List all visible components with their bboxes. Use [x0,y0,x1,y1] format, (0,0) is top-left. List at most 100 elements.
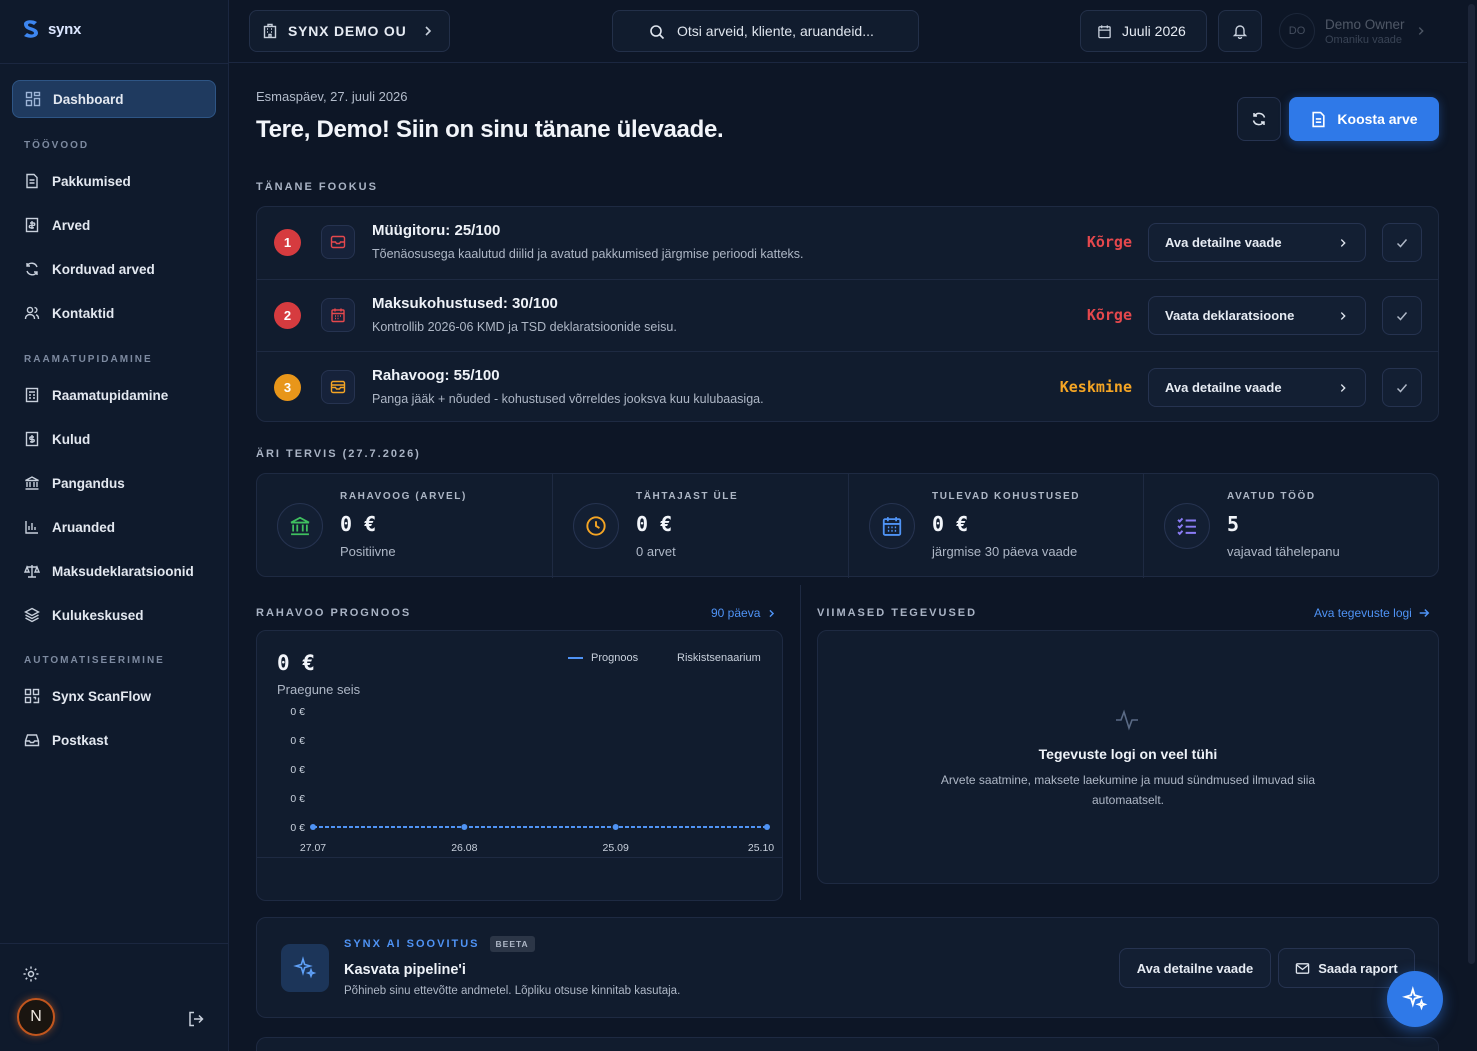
building-icon [263,23,277,39]
calendar-icon [321,298,355,332]
document-icon [26,173,38,189]
focus-title: Müügitoru: 25/100 [372,222,501,239]
sidebar-item-scanflow[interactable]: Synx ScanFlow [12,677,216,715]
sidebar-item-recurring-invoices[interactable]: Korduvad arved [12,250,216,288]
sidebar-item-quotes[interactable]: Pakkumised [12,162,216,200]
view-declarations-button[interactable]: Vaata deklaratsioone [1148,296,1366,335]
invoice-icon [25,217,39,233]
empty-state-description: Arvete saatmine, maksete laekumine ja mu… [940,773,1316,807]
sidebar-item-banking[interactable]: Pangandus [12,464,216,502]
link-label: 90 päeva [711,606,761,620]
focus-panel: 1 Müügitoru: 25/100 Tõenäosusega kaalutu… [256,206,1439,422]
sidebar-item-accounting[interactable]: Raamatupidamine [12,376,216,414]
company-switcher[interactable]: SYNX DEMO OU [249,10,450,52]
sidebar: synx Dashboard TÖÖVOOD Pakkumised Arved … [0,0,229,1051]
user-menu[interactable]: DO Demo Owner Omaniku vaade [1279,13,1427,49]
focus-item: 2 Maksukohustused: 30/100 Kontrollib 202… [257,279,1438,351]
scrollbar-thumb[interactable] [1468,4,1475,964]
x-tick-label: 25.09 [603,842,629,851]
sidebar-item-cost-centers[interactable]: Kulukeskused [12,596,216,634]
bar-chart-icon [25,521,38,534]
logout-icon[interactable] [187,1010,205,1028]
clock-icon [573,503,619,549]
bell-icon [1232,25,1248,39]
repeat-icon [26,262,38,276]
activity-log-link[interactable]: Ava tegevuste logi [1314,606,1430,620]
arrow-right-icon [1419,609,1430,617]
notifications-button[interactable] [1218,10,1262,52]
data-point[interactable] [461,824,468,830]
forecast-range-link[interactable]: 90 päeva [711,606,777,620]
kpi-value: 0 € [636,512,673,536]
user-avatar: DO [1279,13,1315,49]
sidebar-item-contacts[interactable]: Kontaktid [12,294,216,332]
search-input[interactable]: Otsi arveid, kliente, aruandeid... [612,10,919,52]
inbox-icon [24,734,40,747]
sidebar-item-label: Pakkumised [52,173,131,189]
rank-badge: 3 [274,374,301,401]
sidebar-item-label: Postkast [52,732,109,748]
legend-label: Riskistsenaarium [677,652,761,664]
priority-label: Kõrge [1086,233,1132,251]
ai-open-detail-button[interactable]: Ava detailne vaade [1119,948,1271,988]
divider [257,857,782,858]
bank-icon [25,476,39,490]
kpi-card[interactable]: TULEVAD KOHUSTUSED 0 € järgmise 30 päeva… [848,474,1143,578]
focus-item: 3 Rahavoog: 55/100 Panga jääk + nõuded -… [257,351,1438,423]
sparkles-icon [281,944,329,992]
divider [0,943,229,944]
kpi-value: 0 € [340,512,377,536]
kpi-card[interactable]: RAHAVOOG (ARVEL) 0 € Positiivne [257,474,552,578]
data-point[interactable] [612,824,619,830]
sidebar-item-label: Kulud [52,431,91,447]
button-label: Ava detailne vaade [1165,235,1282,250]
forecast-value: 0 € [277,651,315,675]
chevron-right-icon [425,26,432,36]
kpi-label: RAHAVOOG (ARVEL) [340,491,467,502]
create-invoice-button[interactable]: Koosta arve [1289,97,1439,141]
kpi-label: TULEVAD KOHUSTUSED [932,491,1081,502]
sidebar-item-expenses[interactable]: Kulud [12,420,216,458]
y-tick-label: 0 € [290,764,305,776]
data-point[interactable] [310,824,316,830]
y-tick-label: 0 € [290,706,305,718]
sidebar-item-label: Kontaktid [52,305,115,321]
period-selector[interactable]: Juuli 2026 [1080,10,1207,52]
sidebar-item-tax-declarations[interactable]: Maksudeklaratsioonid [12,552,216,590]
mark-done-button[interactable] [1382,223,1422,262]
sidebar-item-reports[interactable]: Aruanded [12,508,216,546]
sidebar-item-dashboard[interactable]: Dashboard [12,80,216,118]
open-detail-button[interactable]: Ava detailne vaade [1148,223,1366,262]
wallet-icon [321,370,355,404]
x-tick-label: 25.10 [748,842,774,851]
open-detail-button[interactable]: Ava detailne vaade [1148,368,1366,407]
kpi-value: 5 [1227,512,1240,536]
kpi-card[interactable]: TÄHTAJAST ÜLE 0 € 0 arvet [552,474,848,578]
health-panel: RAHAVOOG (ARVEL) 0 € Positiivne TÄHTAJAS… [256,473,1439,578]
sidebar-item-label: Maksudeklaratsioonid [52,563,194,579]
sidebar-item-label: Synx ScanFlow [52,688,152,704]
mark-done-button[interactable] [1382,296,1422,335]
forecast-chart: 0 € 0 € 0 € 0 € 0 € 27.07 26.08 25.09 25.10 [290,706,774,851]
avatar[interactable]: N [17,998,55,1036]
sidebar-item-invoices[interactable]: Arved [12,206,216,244]
activity-panel: Tegevuste logi on veel tühi Arvete saatm… [817,630,1439,884]
rank-badge: 2 [274,302,301,329]
sidebar-item-inbox[interactable]: Postkast [12,721,216,759]
ai-assistant-fab[interactable] [1387,971,1443,1027]
refresh-button[interactable] [1237,97,1281,141]
gear-icon[interactable] [22,965,40,983]
data-point[interactable] [764,824,770,830]
kpi-card[interactable]: AVATUD TÖÖD 5 vajavad tähelepanu [1143,474,1438,578]
sidebar-item-label: Dashboard [53,91,124,107]
kpi-subtext: 0 arvet [636,544,676,559]
mark-done-button[interactable] [1382,368,1422,407]
forecast-subtext: Praegune seis [277,682,361,697]
topbar: SYNX DEMO OU Otsi arveid, kliente, aruan… [229,0,1477,63]
create-invoice-label: Koosta arve [1337,111,1418,127]
brand-logo[interactable]: synx [20,18,81,40]
check-icon [1396,311,1408,321]
users-icon [24,306,40,320]
kpi-subtext: vajavad tähelepanu [1227,544,1340,559]
user-role: Omaniku vaade [1325,33,1403,46]
